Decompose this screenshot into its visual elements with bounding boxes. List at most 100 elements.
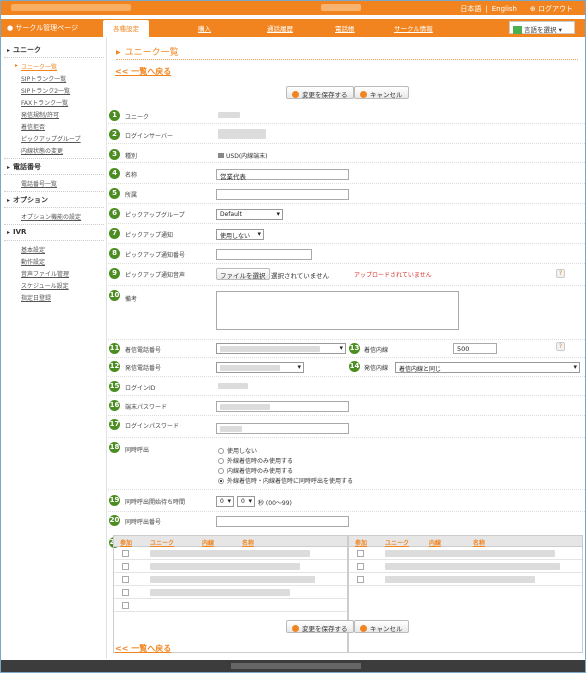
- radio-circle: [218, 468, 224, 474]
- join-checkbox[interactable]: [122, 602, 129, 609]
- sidebar-divider: [4, 174, 104, 175]
- row-separator: [108, 285, 585, 286]
- sidebar-item-ivr-schedule[interactable]: スケジュール設定: [21, 281, 69, 290]
- save-button-label: 変更を保存する: [302, 625, 348, 633]
- tab-phonebook[interactable]: 電話帳: [335, 23, 355, 33]
- device-password-input[interactable]: [216, 401, 349, 412]
- remarks-textarea[interactable]: [216, 291, 459, 330]
- outgoing-extension-select[interactable]: 着信内線と同じ: [395, 362, 580, 373]
- sidebar-item-option-settings[interactable]: オプション機能の設定: [21, 212, 81, 221]
- incoming-extension-input[interactable]: 500: [453, 343, 497, 354]
- radio-sim-both[interactable]: 外線着信時・内線着信時に同時呼出を使用する: [218, 476, 353, 485]
- wait-time-tens-select[interactable]: 0: [216, 496, 234, 507]
- row-redacted: [150, 563, 300, 570]
- logout-link[interactable]: ⊕ ログアウト: [530, 4, 573, 14]
- pickup-notice-number-input[interactable]: [216, 249, 312, 260]
- radio-label: 外線着信時・内線着信時に同時呼出を使用する: [227, 478, 354, 485]
- badge-7: 7: [109, 228, 120, 239]
- sidebar-item-call-reject[interactable]: 着信拒否: [21, 122, 45, 131]
- badge-5: 5: [109, 188, 120, 199]
- join-checkbox[interactable]: [357, 550, 364, 557]
- sidebar-item-sip-trunk[interactable]: SIPトランク一覧: [21, 74, 66, 83]
- col-join[interactable]: 参加: [355, 538, 367, 547]
- save-button-bottom[interactable]: 変更を保存する: [286, 620, 354, 633]
- login-id-redacted: [218, 383, 248, 389]
- col-unique[interactable]: ユニーク: [385, 538, 409, 547]
- row-separator: [108, 395, 585, 396]
- label-pickup-notice-audio: ピックアップ通知音声: [125, 272, 186, 279]
- main-nav: ● サークル管理ページ 各種設定 購入 通話履歴 電話帳 サークル情報 言語を選…: [1, 19, 585, 37]
- sidebar-item-ivr-date[interactable]: 指定日登録: [21, 293, 51, 302]
- name-input[interactable]: 営業代表: [216, 169, 349, 181]
- outgoing-number-select[interactable]: [216, 362, 304, 373]
- language-select-label: 言語を選択: [524, 26, 557, 34]
- nav-home[interactable]: ● サークル管理ページ: [7, 23, 78, 33]
- sim-number-input[interactable]: [216, 516, 349, 527]
- back-to-list-link-top[interactable]: << 一覧へ戻る: [115, 66, 171, 77]
- join-checkbox[interactable]: [122, 550, 129, 557]
- tab-settings[interactable]: 各種設定: [103, 20, 149, 37]
- join-checkbox[interactable]: [357, 563, 364, 570]
- table-row: [114, 586, 347, 599]
- cancel-button-top[interactable]: キャンセル: [354, 86, 409, 99]
- table-row: [114, 547, 347, 560]
- tab-call-history[interactable]: 通話履歴: [267, 23, 293, 33]
- sidebar-item-phone-number-list[interactable]: 電話番号一覧: [21, 179, 57, 188]
- pickup-group-select[interactable]: Default: [216, 209, 283, 220]
- sidebar-item-fax-trunk[interactable]: FAXトランク一覧: [21, 98, 68, 107]
- row-redacted: [385, 576, 535, 583]
- wait-time-ones-select[interactable]: 0: [237, 496, 255, 507]
- row-separator: [108, 203, 585, 204]
- tab-purchase[interactable]: 購入: [198, 23, 211, 33]
- help-icon[interactable]: ?: [556, 269, 565, 278]
- sidebar-item-call-restriction[interactable]: 発信規制/許可: [21, 110, 59, 119]
- join-checkbox[interactable]: [122, 576, 129, 583]
- sidebar-item-pickup-group[interactable]: ピックアップグループ: [21, 134, 81, 143]
- affiliation-input[interactable]: [216, 189, 349, 200]
- radio-sim-none[interactable]: 使用しない: [218, 446, 257, 455]
- sidebar-section-phone-number: 電話番号: [7, 162, 41, 172]
- incoming-number-select[interactable]: [216, 343, 346, 354]
- col-join[interactable]: 参加: [120, 538, 132, 547]
- top-bar: 日本語 | English ⊕ ログアウト: [1, 1, 585, 15]
- sidebar-item-ivr-audio[interactable]: 音声ファイル管理: [21, 269, 69, 278]
- sidebar-item-extension-state[interactable]: 内線状態の変更: [21, 146, 63, 155]
- join-checkbox[interactable]: [357, 576, 364, 583]
- sidebar-item-ivr-basic[interactable]: 基本設定: [21, 245, 45, 254]
- lang-ja-link[interactable]: 日本語: [460, 5, 481, 13]
- row-separator: [108, 437, 585, 438]
- sidebar-divider: [4, 158, 104, 159]
- label-outgoing-number: 発信電話番号: [125, 365, 162, 372]
- save-icon: [292, 91, 299, 98]
- back-to-list-link-bottom[interactable]: << 一覧へ戻る: [115, 643, 171, 654]
- badge-12: 12: [109, 361, 120, 372]
- join-checkbox[interactable]: [122, 563, 129, 570]
- save-button-top[interactable]: 変更を保存する: [286, 86, 354, 99]
- cancel-button-bottom[interactable]: キャンセル: [354, 620, 409, 633]
- radio-sim-external[interactable]: 外線着信時のみ使用する: [218, 456, 293, 465]
- radio-sim-internal[interactable]: 内線着信時のみ使用する: [218, 466, 293, 475]
- col-name[interactable]: 名称: [242, 538, 254, 547]
- top-center-redacted: [321, 4, 361, 11]
- label-affiliation: 所属: [125, 192, 138, 199]
- col-extension[interactable]: 内線: [429, 538, 441, 547]
- outgoing-number-redacted: [220, 365, 280, 371]
- col-unique[interactable]: ユニーク: [150, 538, 174, 547]
- choose-file-button[interactable]: ファイルを選択: [216, 268, 270, 280]
- col-name[interactable]: 名称: [473, 538, 485, 547]
- pickup-members-table-right: 参加 ユニーク 内線 名称: [348, 535, 583, 653]
- help-icon[interactable]: ?: [556, 342, 565, 351]
- pickup-notice-select[interactable]: 使用しない: [216, 229, 264, 240]
- cancel-button-label: キャンセル: [370, 625, 403, 633]
- col-extension[interactable]: 内線: [202, 538, 214, 547]
- sidebar-item-ivr-action[interactable]: 動作設定: [21, 257, 45, 266]
- login-password-input[interactable]: [216, 423, 349, 434]
- sidebar-item-sip-trunk2[interactable]: SIPトランク2一覧: [21, 86, 70, 95]
- badge-9: 9: [109, 268, 120, 279]
- save-icon: [292, 625, 299, 632]
- join-checkbox[interactable]: [122, 589, 129, 596]
- sidebar-item-unique-list[interactable]: ユニーク一覧: [15, 62, 57, 71]
- lang-en-link[interactable]: English: [492, 5, 517, 13]
- tab-circle-info[interactable]: サークル情報: [394, 23, 433, 33]
- language-select[interactable]: 言語を選択 ▾: [509, 21, 575, 34]
